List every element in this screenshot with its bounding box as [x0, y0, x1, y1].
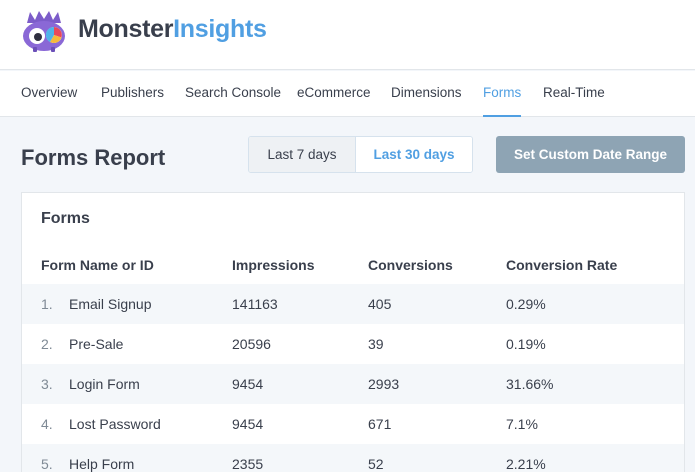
conversion-rate-value: 0.19% — [506, 336, 546, 352]
impressions-value: 2355 — [232, 456, 264, 472]
conversion-rate-value: 0.29% — [506, 296, 546, 312]
form-name: Login Form — [69, 376, 140, 392]
row-number: 5. — [41, 456, 53, 472]
brand-part-monster: Monster — [78, 15, 174, 43]
conversions-value: 52 — [368, 456, 384, 472]
impressions-value: 141163 — [232, 296, 278, 312]
impressions-value: 20596 — [232, 336, 271, 352]
table-row: 1. Email Signup 141163 405 0.29% — [22, 284, 684, 324]
top-header: MonsterInsights — [0, 0, 695, 70]
impressions-value: 9454 — [232, 376, 264, 392]
tab-overview[interactable]: Overview — [21, 71, 77, 117]
impressions-value: 9454 — [232, 416, 264, 432]
custom-date-range-button[interactable]: Set Custom Date Range — [496, 136, 685, 173]
row-number: 4. — [41, 416, 53, 432]
tab-search-console[interactable]: Search Console — [185, 71, 281, 117]
form-name: Email Signup — [69, 296, 152, 312]
row-number: 1. — [41, 296, 53, 312]
row-number: 3. — [41, 376, 53, 392]
column-header-impressions: Impressions — [232, 257, 315, 273]
column-header-conversion-rate: Conversion Rate — [506, 257, 618, 273]
conversion-rate-value: 2.21% — [506, 456, 546, 472]
page-title: Forms Report — [21, 145, 166, 170]
brand-part-insights: Insights — [173, 15, 267, 43]
form-name: Pre-Sale — [69, 336, 124, 352]
report-tabs: Overview Publishers Search Console eComm… — [0, 71, 695, 117]
conversions-value: 671 — [368, 416, 392, 432]
panel-title: Forms — [41, 210, 90, 227]
brand-name: MonsterInsights — [78, 14, 267, 44]
row-number: 2. — [41, 336, 53, 352]
conversion-rate-value: 7.1% — [506, 416, 538, 432]
conversion-rate-value: 31.66% — [506, 376, 554, 392]
forms-panel: Forms Form Name or ID Impressions Conver… — [21, 192, 685, 472]
monster-logo-icon[interactable] — [21, 9, 67, 53]
column-header-form-name: Form Name or ID — [41, 257, 154, 273]
table-row: 4. Lost Password 9454 671 7.1% — [22, 404, 684, 444]
column-header-conversions: Conversions — [368, 257, 453, 273]
table-row: 5. Help Form 2355 52 2.21% — [22, 444, 684, 472]
tab-forms[interactable]: Forms — [483, 71, 522, 117]
tab-dimensions[interactable]: Dimensions — [391, 71, 462, 117]
tab-ecommerce[interactable]: eCommerce — [297, 71, 371, 117]
tab-publishers[interactable]: Publishers — [101, 71, 164, 117]
form-name: Help Form — [69, 456, 135, 472]
table-row: 2. Pre-Sale 20596 39 0.19% — [22, 324, 684, 364]
conversions-value: 2993 — [368, 376, 400, 392]
last-30-days-button[interactable]: Last 30 days — [356, 137, 472, 172]
conversions-value: 39 — [368, 336, 384, 352]
conversions-value: 405 — [368, 296, 392, 312]
date-range-toggle: Last 7 days Last 30 days — [248, 136, 473, 173]
table-row: 3. Login Form 9454 2993 31.66% — [22, 364, 684, 404]
form-name: Lost Password — [69, 416, 161, 432]
tab-real-time[interactable]: Real-Time — [543, 71, 605, 117]
last-7-days-button[interactable]: Last 7 days — [249, 137, 356, 172]
